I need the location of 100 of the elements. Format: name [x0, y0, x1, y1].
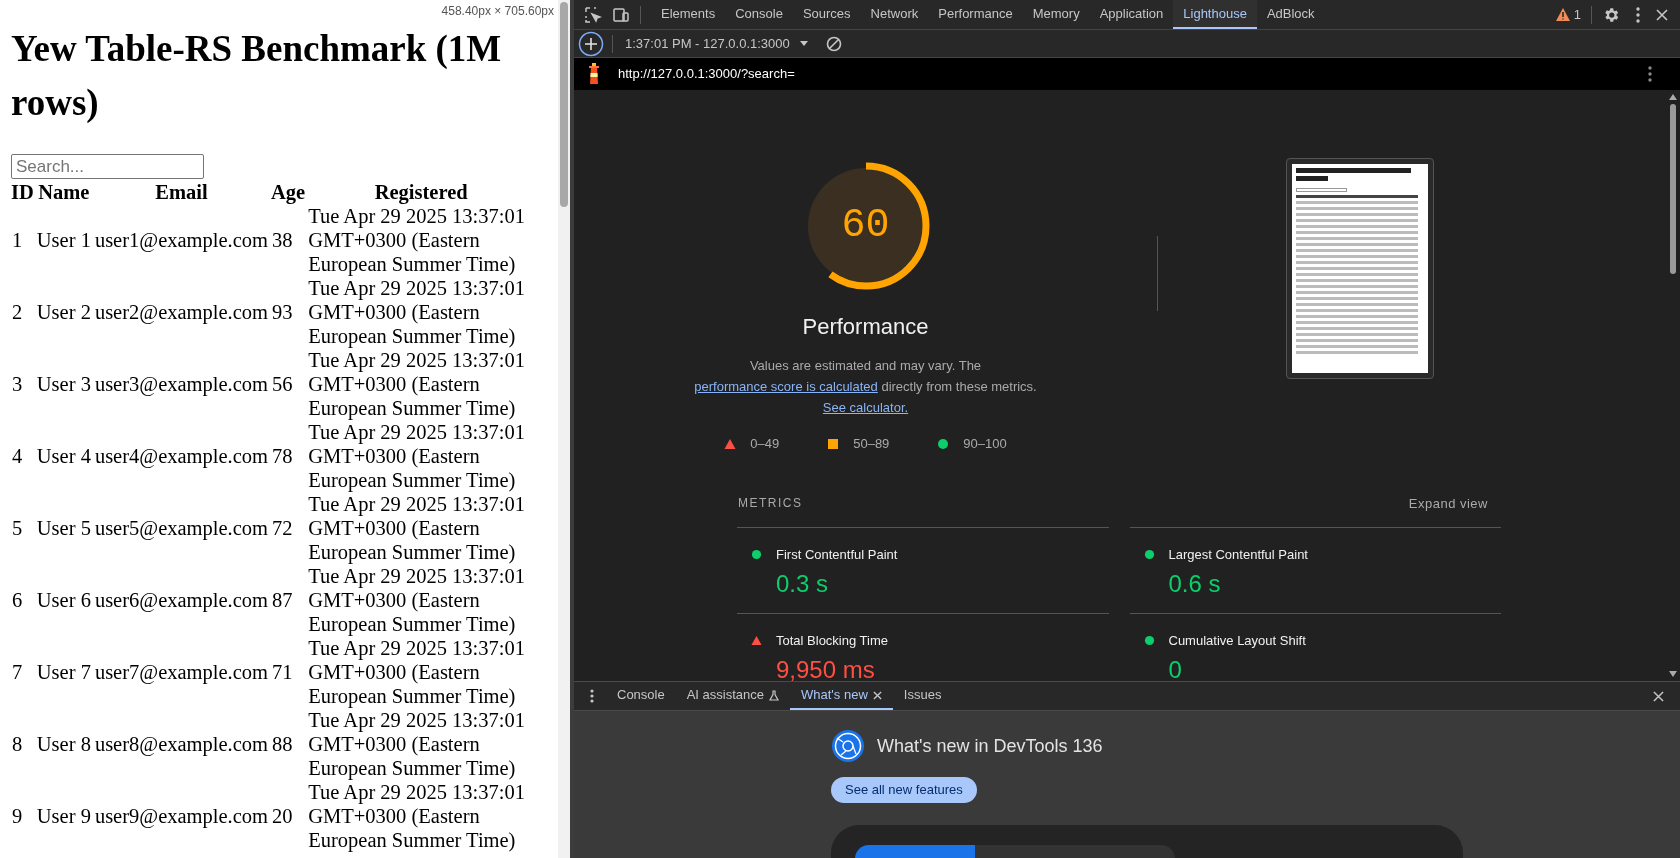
panel-tab[interactable]: Memory: [1022, 0, 1090, 29]
more-icon[interactable]: [1636, 6, 1640, 23]
warning-count: 1: [1573, 5, 1581, 24]
inspect-icon[interactable]: [584, 5, 602, 24]
more-icon[interactable]: [1648, 66, 1652, 82]
table-cell-text: User 6: [35, 588, 92, 613]
panel-tab[interactable]: Network: [860, 0, 929, 29]
table-cell-text: 3: [11, 372, 24, 397]
column-header: Registered: [373, 180, 469, 204]
warning-icon[interactable]: [1555, 8, 1570, 21]
table-cell-text: 87: [271, 588, 294, 613]
legend-label: 0–49: [750, 435, 780, 453]
table-cell-text: Tue Apr 29 2025 13:37:01 GMT+0300 (Eastern European Summer Time): [307, 636, 526, 708]
table-cell-text: user5@example.com: [93, 516, 270, 542]
clear-icon[interactable]: [825, 35, 842, 52]
caret-icon: [799, 41, 808, 46]
table-cell-text: Tue Apr 29 2025 13:37:01 GMT+0300 (Eastern European Summer Time): [307, 564, 526, 636]
table-cell-text: 2: [11, 300, 24, 325]
close-icon[interactable]: [1656, 8, 1668, 21]
table-cell-text: 56: [271, 372, 294, 397]
table-cell-text: 6: [11, 588, 24, 613]
panel-tab[interactable]: Performance: [928, 0, 1023, 29]
table-cell-text: Tue Apr 29 2025 13:37:01 GMT+0300 (Eastern European Summer Time): [307, 276, 526, 348]
metric-value: 9,950 ms: [776, 654, 876, 681]
metric-value: 0.3 s: [776, 568, 830, 599]
column-header: Email: [154, 180, 209, 204]
square-icon: [827, 437, 840, 450]
table-cell-text: Tue Apr 29 2025 13:37:01 GMT+0300 (Eastern European Summer Time): [307, 708, 526, 780]
metrics-heading: METRICS: [738, 495, 803, 513]
link[interactable]: See calculator.: [822, 400, 909, 415]
table-cell-text: user7@example.com: [93, 660, 270, 686]
page-title: Yew Table-RS Benchmark (1M rows): [11, 27, 503, 125]
table-cell-text: Tue Apr 29 2025 13:37:01 GMT+0300 (Eastern European Summer Time): [307, 348, 526, 420]
more-icon[interactable]: [590, 689, 594, 703]
table-cell-text: 78: [271, 444, 294, 469]
close-icon[interactable]: [1653, 690, 1664, 702]
url-text: http://127.0.0.1:3000/?search=: [618, 65, 795, 84]
table-cell-text: 4: [11, 444, 24, 469]
table-cell: 38: [270, 204, 307, 276]
column-header: Name: [37, 180, 91, 204]
drawer-tab[interactable]: Issues: [892, 682, 953, 710]
circle-logo-icon: [831, 729, 865, 763]
table-cell-text: 8: [11, 732, 24, 757]
table-cell-text: user2@example.com: [93, 300, 270, 326]
add-icon[interactable]: [578, 30, 604, 57]
panel-tab[interactable]: Sources: [792, 0, 861, 29]
drawer-tab[interactable]: Console: [606, 682, 676, 710]
table-cell-text: 5: [11, 516, 24, 541]
table-cell-text: 7: [11, 660, 24, 685]
panel-tab[interactable]: Application: [1089, 0, 1174, 29]
device-icon[interactable]: [612, 5, 630, 24]
panel-tab[interactable]: AdBlock: [1256, 0, 1325, 29]
report-dropdown[interactable]: 1:37:01 PM - 127.0.0.1:3000: [621, 33, 812, 54]
table-cell-text: User 5: [35, 516, 92, 541]
table-cell-text: User 8: [35, 732, 92, 757]
see-all-features-button[interactable]: See all new features: [831, 777, 977, 803]
panel-tab[interactable]: Console: [725, 0, 793, 29]
table-cell-text: User 1: [35, 228, 92, 253]
scroll-up-icon[interactable]: [1669, 94, 1677, 100]
column-header: Age: [270, 180, 307, 204]
search-field[interactable]: Search...: [11, 154, 204, 179]
table-cell-text: user9@example.com: [93, 804, 270, 830]
table-cell-text: 72: [271, 516, 294, 541]
table-cell-text: user1@example.com: [93, 228, 270, 254]
panel-tab[interactable]: Lighthouse: [1173, 0, 1257, 29]
drawer-tab[interactable]: AI assistance: [675, 682, 791, 710]
triangle-icon: [724, 437, 737, 450]
link[interactable]: performance score is calculated: [694, 379, 878, 394]
legend-label: 90–100: [963, 435, 1007, 453]
expand-view-button[interactable]: Expand view: [1408, 493, 1488, 513]
table-cell-text: Tue Apr 29 2025 13:37:01 GMT+0300 (Eastern European Summer Time): [307, 492, 526, 564]
metric-value: 0: [1168, 654, 1183, 681]
table-cell-text: 9: [11, 804, 24, 829]
table-cell-text: User 7: [35, 660, 92, 685]
column-header: ID: [10, 180, 35, 204]
table-cell-text: 93: [271, 300, 294, 325]
close-icon[interactable]: [872, 690, 882, 700]
metric-label: Largest Contentful Paint: [1168, 546, 1308, 564]
whats-new-title: What's new in DevTools 136: [877, 734, 1103, 758]
table-cell-text: Tue Apr 29 2025 13:37:01 GMT+0300 (Eastern European Summer Time): [307, 780, 526, 852]
table-cell-text: user3@example.com: [93, 372, 270, 398]
circle-icon: [937, 437, 950, 450]
scrollbar[interactable]: [558, 0, 570, 858]
table-cell-text: Tue Apr 29 2025 13:37:01 GMT+0300 (Eastern European Summer Time): [307, 420, 526, 492]
table-cell-text: 20: [271, 804, 294, 829]
table-cell-text: 88: [271, 732, 294, 757]
table-cell-text: user8@example.com: [93, 732, 270, 758]
table-cell-text: User 9: [35, 804, 92, 829]
table-cell-text: user4@example.com: [93, 444, 270, 470]
table-cell-text: Tue Apr 29 2025 13:37:01 GMT+0300 (Eastern European Summer Time): [307, 204, 526, 276]
scroll-down-icon[interactable]: [1669, 671, 1677, 677]
score-description: Values are estimated and may vary. The performance score is calculated directly from these metrics. See calculator.: [693, 357, 1038, 417]
panel-tab[interactable]: Elements: [651, 0, 726, 29]
metric-label: Total Blocking Time: [776, 632, 888, 650]
flask-icon: [769, 689, 780, 701]
table-cell-text: 71: [271, 660, 294, 685]
lighthouse-icon: [586, 63, 602, 85]
table-cell-text: User 2: [35, 300, 92, 325]
category-title: Performance: [802, 313, 929, 341]
table-cell-text: user6@example.com: [93, 588, 270, 614]
